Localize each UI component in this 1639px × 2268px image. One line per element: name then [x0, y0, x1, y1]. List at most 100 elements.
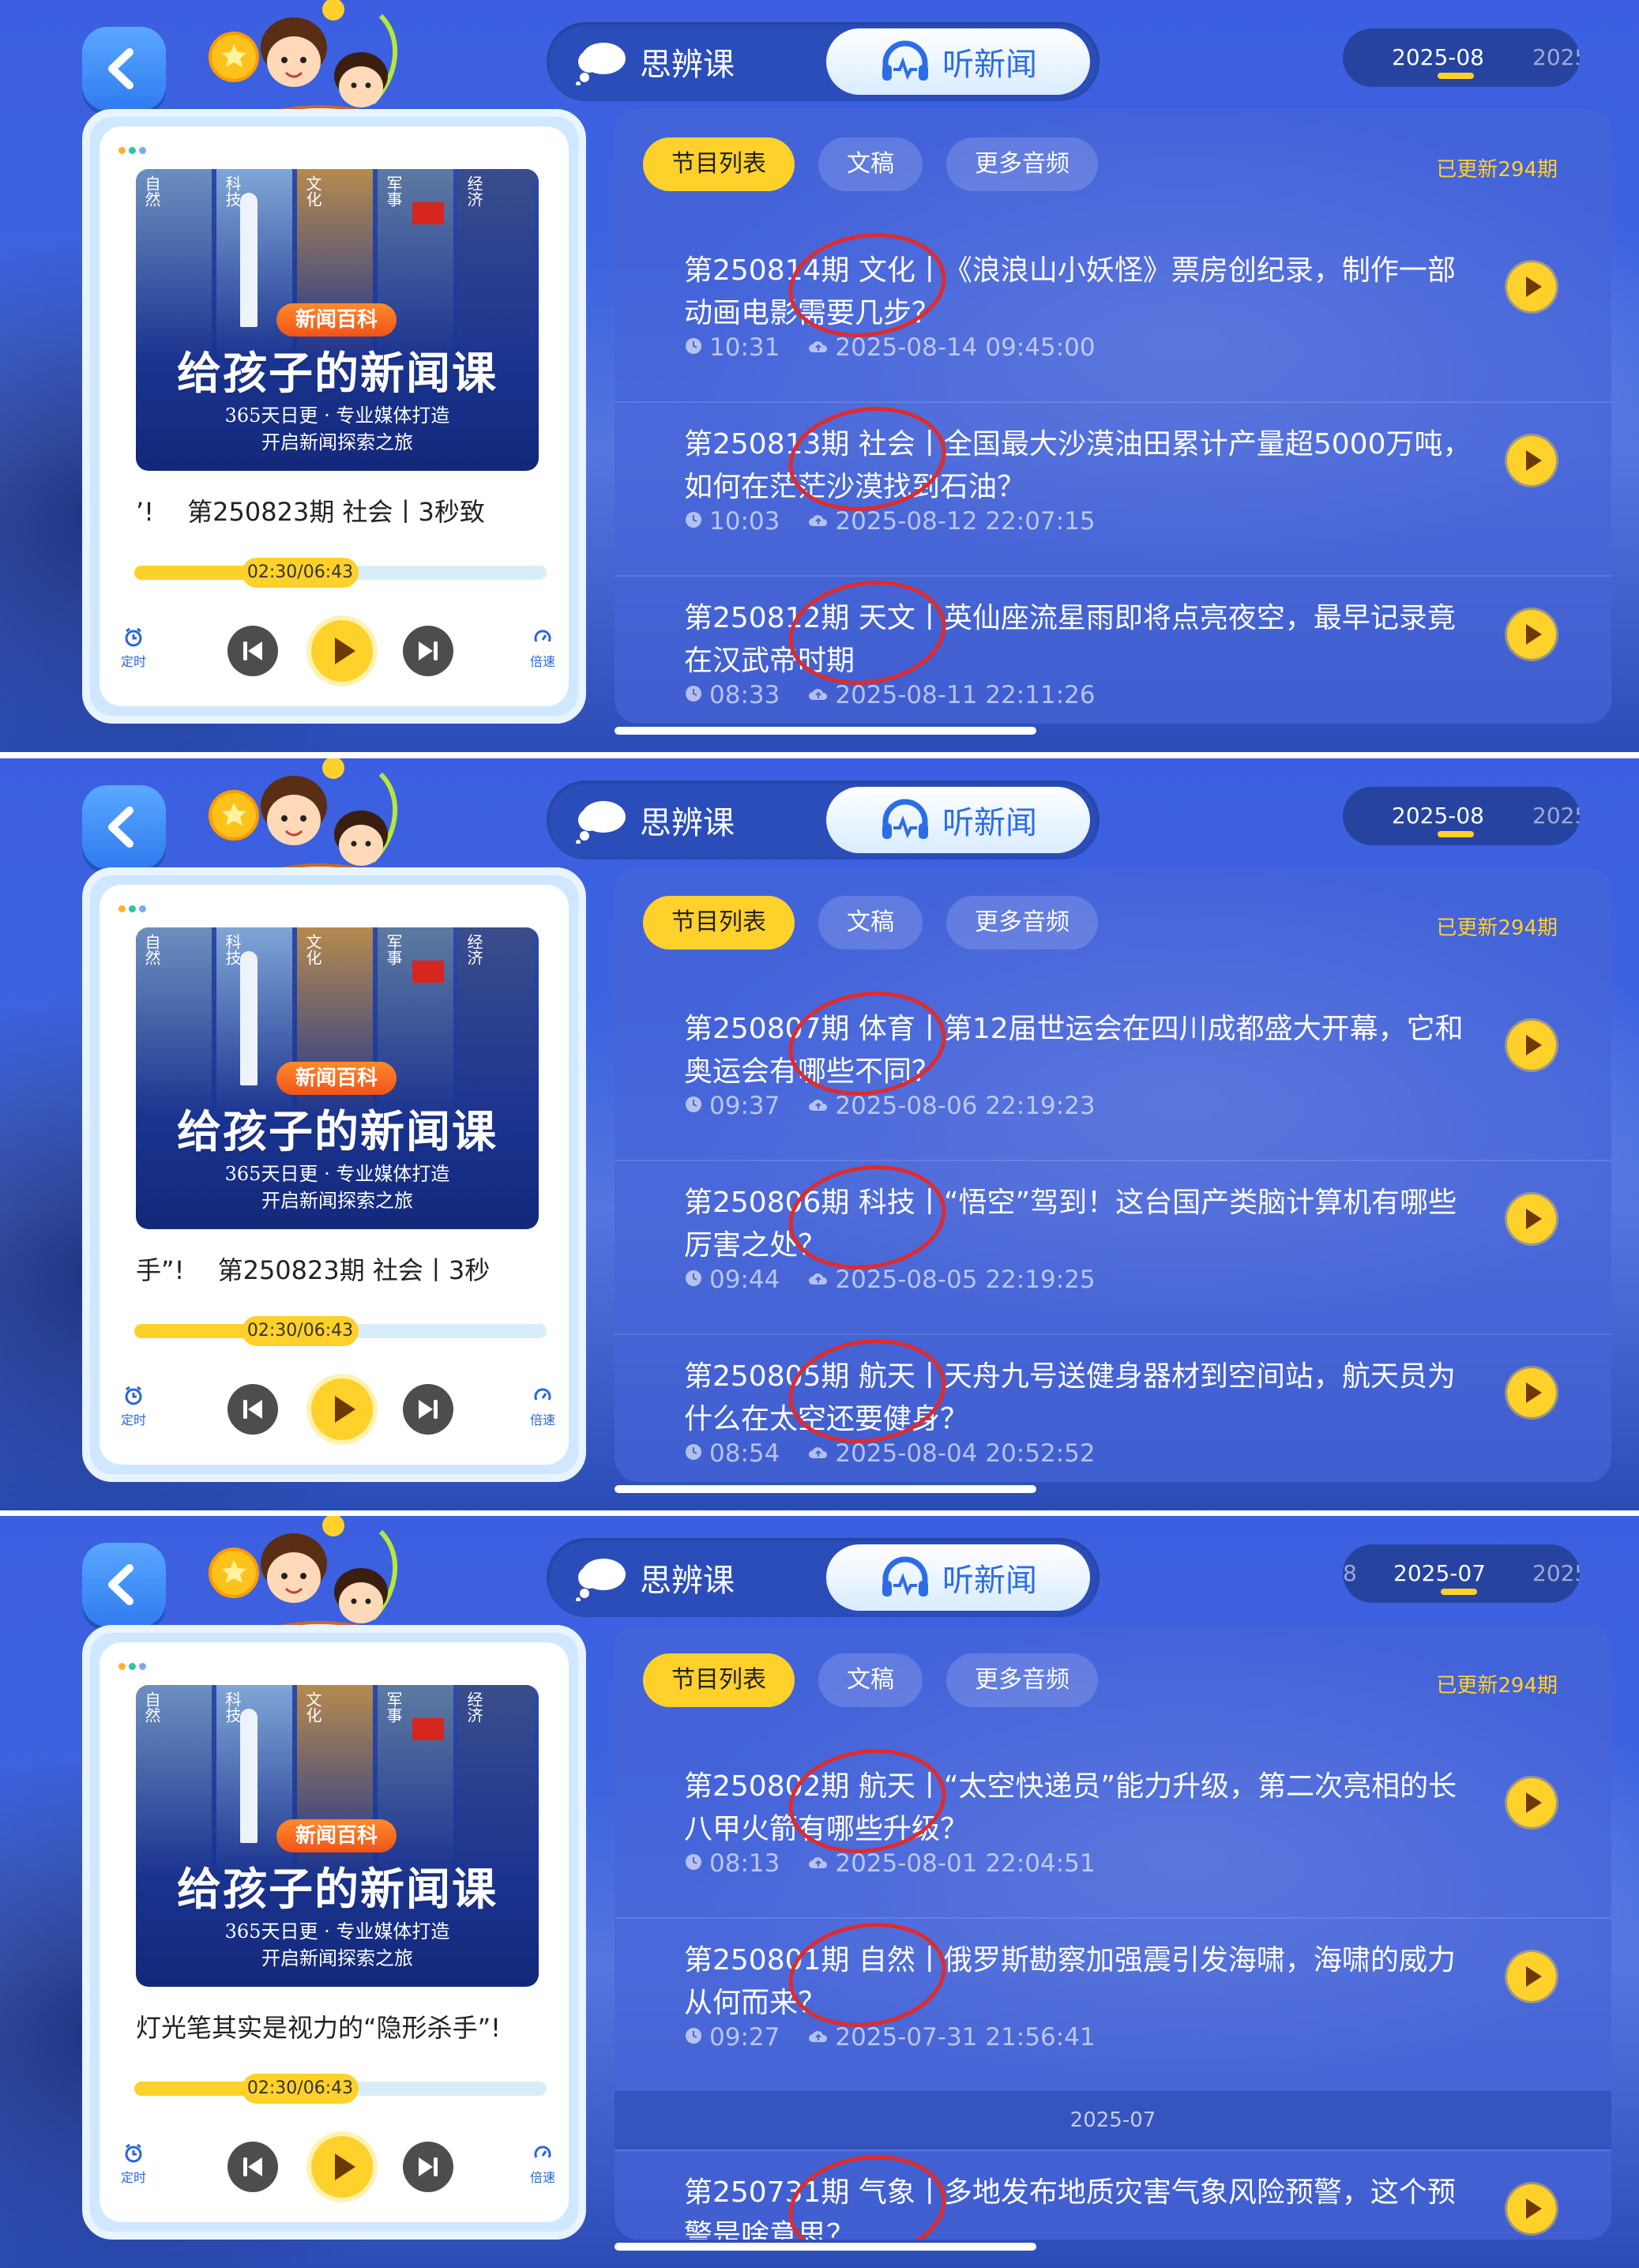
list-item[interactable]: 第250801期 自然丨俄罗斯勘察加强震引发海啸，海啸的威力从何而来？ 09:2…: [615, 1913, 1611, 2091]
tab-episode-list[interactable]: 节目列表: [643, 137, 795, 191]
speed-button[interactable]: 倍速: [524, 627, 561, 670]
month-selector[interactable]: 2025-08 2025: [1343, 28, 1580, 87]
clock-icon: [684, 1439, 703, 1468]
previous-button[interactable]: [227, 626, 278, 676]
item-play-button[interactable]: [1507, 1778, 1556, 1827]
cover-strip-label: 文化: [303, 175, 322, 207]
play-button[interactable]: [311, 2136, 373, 2198]
back-button[interactable]: [82, 785, 166, 869]
clock-icon: [684, 1092, 703, 1120]
cover-strip-label: 经济: [464, 934, 483, 965]
tab-debate-course[interactable]: 思辨课: [573, 780, 735, 859]
month-selector[interactable]: 8 2025-07 2025: [1343, 1544, 1580, 1603]
window-dots: [118, 1658, 149, 1673]
divider: [615, 575, 1611, 577]
item-play-button[interactable]: [1507, 2184, 1556, 2233]
cover-rocket: [240, 951, 258, 1085]
tab-episode-list[interactable]: 节目列表: [643, 1653, 795, 1707]
scrollbar[interactable]: [615, 727, 1036, 735]
item-date: 2025-08-05 22:19:25: [835, 1266, 1096, 1294]
cover-flag: [412, 961, 444, 983]
item-play-button[interactable]: [1507, 262, 1556, 311]
tab-transcript[interactable]: 文稿: [818, 137, 923, 191]
tab-listen-news[interactable]: 听新闻: [826, 28, 1090, 95]
cover-title: 给孩子的新闻课: [177, 1107, 498, 1158]
next-button[interactable]: [403, 2142, 453, 2192]
play-button[interactable]: [311, 1378, 373, 1440]
item-play-button[interactable]: [1507, 1368, 1556, 1417]
list-item[interactable]: 第250806期 科技丨“悟空”驾到！这台国产类脑计算机有哪些厉害之处？ 09:…: [615, 1155, 1611, 1333]
previous-button[interactable]: [227, 1384, 278, 1435]
episode-panel: 节目列表 文稿 更多音频 已更新294期 第250807期 体育丨第12届世运会…: [615, 867, 1611, 1482]
alarm-clock-icon: [125, 2143, 142, 2163]
cover-strip: 自然: [136, 169, 212, 359]
now-playing-title: 手”! 第250823期 社会丨3秒: [136, 1255, 491, 1285]
tab-more-audio[interactable]: 更多音频: [946, 1653, 1098, 1707]
skip-forward-icon: [419, 641, 438, 660]
tab-debate-label: 思辨课: [640, 47, 735, 83]
item-play-button[interactable]: [1507, 1194, 1556, 1243]
month-prev[interactable]: 8: [1343, 1544, 1357, 1603]
cover-tag: 新闻百科: [276, 1062, 397, 1095]
item-play-button[interactable]: [1507, 1021, 1556, 1070]
item-date: 2025-08-01 22:04:51: [835, 1849, 1096, 1878]
cover-title: 给孩子的新闻课: [177, 348, 498, 400]
list-item[interactable]: 第250812期 天文丨英仙座流星雨即将点亮夜空，最早记录竟在汉武帝时期 08:…: [615, 570, 1611, 724]
mode-switch: 思辨课 听新闻: [547, 1538, 1100, 1617]
item-duration: 10:03: [709, 507, 780, 536]
tab-listen-news[interactable]: 听新闻: [826, 1544, 1090, 1611]
back-button[interactable]: [82, 1543, 166, 1627]
item-play-button[interactable]: [1507, 436, 1556, 485]
timer-button[interactable]: 定时: [115, 2143, 152, 2186]
progress-bar[interactable]: 02:30/06:43: [134, 1316, 547, 1346]
item-play-button[interactable]: [1507, 610, 1556, 659]
play-button[interactable]: [311, 620, 373, 682]
month-underline: [1441, 1589, 1477, 1595]
tab-episode-list[interactable]: 节目列表: [643, 896, 795, 950]
speed-button[interactable]: 倍速: [524, 1386, 561, 1428]
tab-debate-course[interactable]: 思辨课: [573, 22, 735, 101]
tab-more-audio[interactable]: 更多音频: [946, 896, 1098, 950]
item-play-button[interactable]: [1507, 1952, 1556, 2001]
scrollbar[interactable]: [615, 2243, 1036, 2251]
month-next[interactable]: 2025: [1532, 28, 1580, 87]
list-item[interactable]: 第250731期 气象丨多地发布地质灾害气象风险预警，这个预警是啥意思？: [615, 2145, 1611, 2240]
list-item[interactable]: 第250802期 航天丨“太空快递员”能力升级，第二次亮相的长八甲火箭有哪些升级…: [615, 1739, 1611, 1917]
list-item[interactable]: 第250807期 体育丨第12届世运会在四川成都盛大开幕，它和奥运会有哪些不同？…: [615, 981, 1611, 1160]
cover-rocket: [240, 193, 258, 327]
update-count: 已更新294期: [1436, 1674, 1558, 1698]
progress-time[interactable]: 02:30/06:43: [242, 2074, 359, 2104]
screen-0: 自然 科技 文化 军事 经济 新闻百科 给孩子的新闻课 365天日更 · 专业媒体打造 …: [0, 0, 1639, 752]
tab-debate-course[interactable]: 思辨课: [573, 1538, 735, 1617]
cover-flag: [412, 1718, 444, 1740]
progress-bar[interactable]: 02:30/06:43: [134, 2074, 547, 2104]
item-date: 2025-08-14 09:45:00: [835, 333, 1096, 362]
scrollbar[interactable]: [615, 1485, 1036, 1493]
back-button[interactable]: [82, 27, 166, 111]
tab-listen-label: 听新闻: [942, 805, 1037, 841]
tab-listen-news[interactable]: 听新闻: [826, 787, 1090, 853]
month-next[interactable]: 2025: [1532, 1544, 1580, 1603]
list-item[interactable]: 第250813期 社会丨全国最大沙漠油田累计产量超5000万吨，如何在茫茫沙漠找…: [615, 397, 1611, 575]
month-next[interactable]: 2025: [1532, 787, 1580, 845]
list-item[interactable]: 第250805期 航天丨天舟九号送健身器材到空间站，航天员为什么在太空还要健身？…: [615, 1329, 1611, 1482]
timer-button[interactable]: 定时: [115, 1386, 152, 1428]
list-item[interactable]: 第250814期 文化丨《浪浪山小妖怪》票房创纪录，制作一部动画电影需要几步？ …: [615, 223, 1611, 401]
next-button[interactable]: [403, 1384, 453, 1435]
tab-transcript[interactable]: 文稿: [818, 1653, 923, 1707]
clock-icon: [684, 2023, 703, 2052]
item-date: 2025-08-11 22:11:26: [835, 681, 1096, 709]
timer-button[interactable]: 定时: [115, 627, 152, 670]
next-button[interactable]: [403, 626, 453, 676]
progress-time[interactable]: 02:30/06:43: [242, 1316, 359, 1346]
progress-bar[interactable]: 02:30/06:43: [134, 558, 547, 588]
tab-more-audio[interactable]: 更多音频: [946, 137, 1098, 191]
cover-subtitle: 365天日更 · 专业媒体打造: [224, 404, 450, 427]
previous-button[interactable]: [227, 2142, 278, 2192]
tab-transcript[interactable]: 文稿: [818, 896, 923, 950]
play-icon: [1526, 1792, 1542, 1813]
chevron-left-icon: [108, 807, 133, 848]
speed-button[interactable]: 倍速: [524, 2143, 561, 2186]
month-selector[interactable]: 2025-08 2025: [1343, 787, 1580, 845]
progress-time[interactable]: 02:30/06:43: [242, 558, 359, 588]
